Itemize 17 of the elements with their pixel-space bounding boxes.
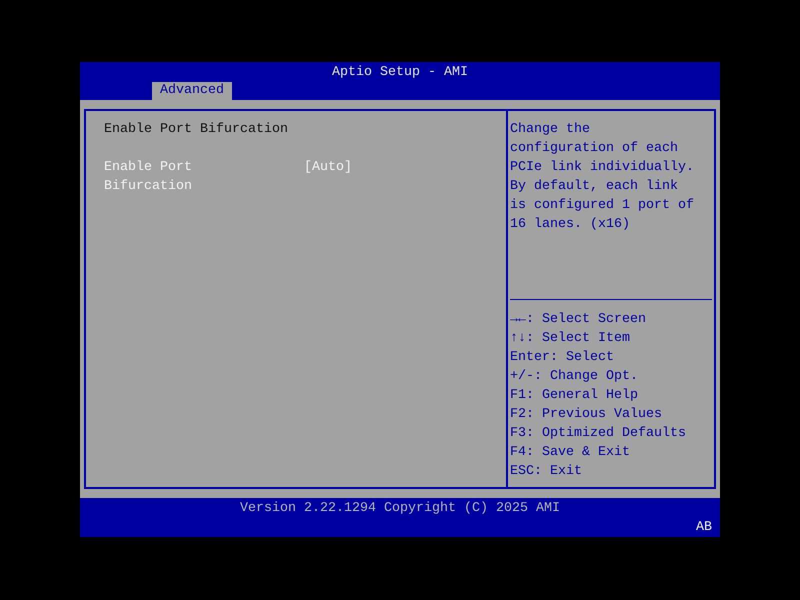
help-description: Change the configuration of each PCIe link individually. By default, each link is configured 1 port of 16 lanes. (x16) xyxy=(510,121,694,234)
window-title: Aptio Setup - AMI xyxy=(332,64,468,82)
key-hint: ESC: Exit xyxy=(510,463,582,481)
key-hint: F3: Optimized Defaults xyxy=(510,425,686,443)
setting-value[interactable]: [Auto] xyxy=(304,158,352,177)
key-hint: F2: Previous Values xyxy=(510,406,662,424)
section-heading: Enable Port Bifurcation xyxy=(104,121,288,139)
key-hint: →←: Select Screen xyxy=(510,311,646,329)
key-hint: +/-: Change Opt. xyxy=(510,368,638,386)
setting-label[interactable]: Enable Port Bifurcation xyxy=(104,158,224,196)
version-text: Version 2.22.1294 Copyright (C) 2025 AMI xyxy=(240,500,560,518)
key-hint: F4: Save & Exit xyxy=(510,444,630,462)
status-text: AB xyxy=(696,519,712,537)
tab[interactable]: Advanced xyxy=(152,82,232,100)
key-hint: ↑↓: Select Item xyxy=(510,330,630,348)
key-hint: F1: General Help xyxy=(510,387,638,405)
key-hint: Enter: Select xyxy=(510,349,614,367)
